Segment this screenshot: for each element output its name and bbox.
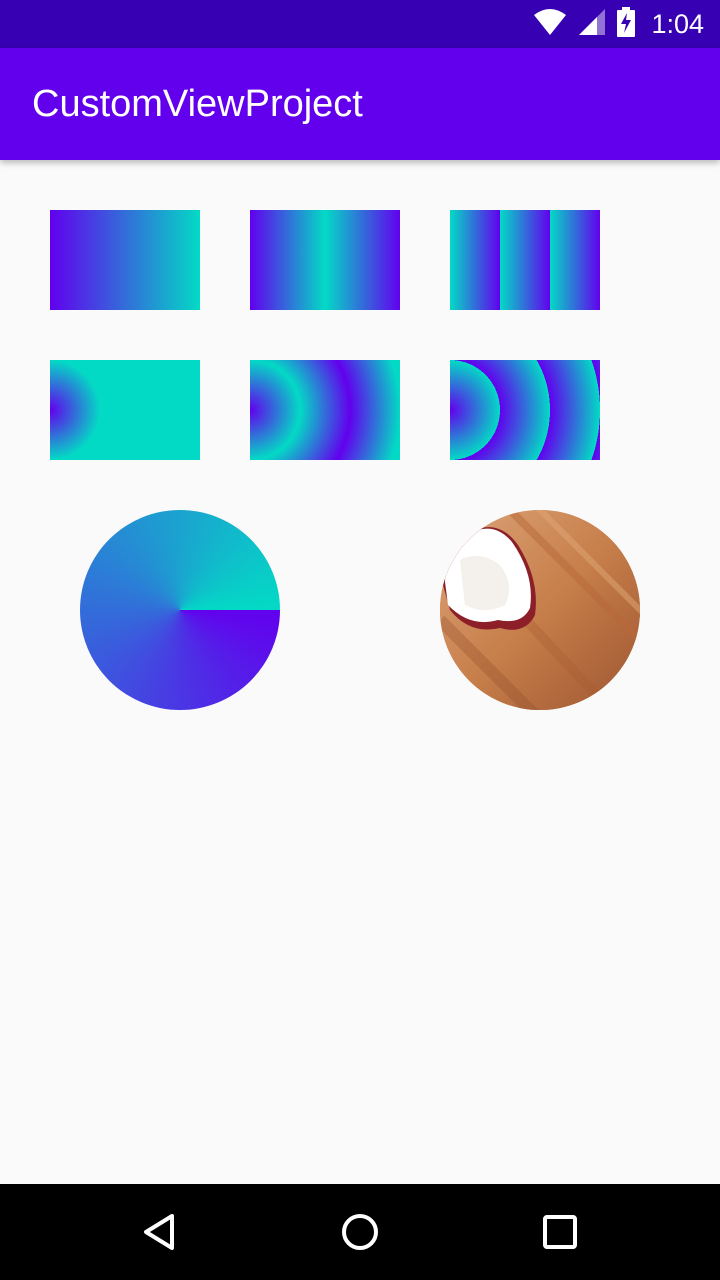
cell-signal-icon <box>577 7 607 42</box>
back-button[interactable] <box>112 1184 208 1280</box>
battery-charging-icon <box>617 6 636 42</box>
status-time: 1:04 <box>651 8 704 39</box>
recents-button[interactable] <box>512 1184 608 1280</box>
sweep-gradient-circle <box>80 510 280 710</box>
photo-image <box>440 510 640 710</box>
linear-gradient-repeat-box <box>450 210 600 310</box>
status-bar: 1:04 <box>0 0 720 48</box>
app-title: CustomViewProject <box>32 83 363 125</box>
back-icon <box>144 1214 174 1250</box>
wifi-icon <box>533 8 567 41</box>
bitmap-shader-circle <box>440 510 640 710</box>
home-button[interactable] <box>312 1184 408 1280</box>
recents-icon <box>543 1215 577 1249</box>
home-icon <box>342 1214 378 1250</box>
radial-gradient-repeat-box <box>450 360 600 460</box>
status-icons: 1:04 <box>533 0 704 48</box>
radial-gradient-clamp-box <box>50 360 200 460</box>
linear-gradient-clamp-box <box>50 210 200 310</box>
linear-gradient-mirror-box <box>250 210 400 310</box>
app-bar: CustomViewProject <box>0 48 720 160</box>
shader-demo-content <box>0 160 720 1184</box>
radial-gradient-mirror-box <box>250 360 400 460</box>
navigation-bar <box>0 1184 720 1280</box>
